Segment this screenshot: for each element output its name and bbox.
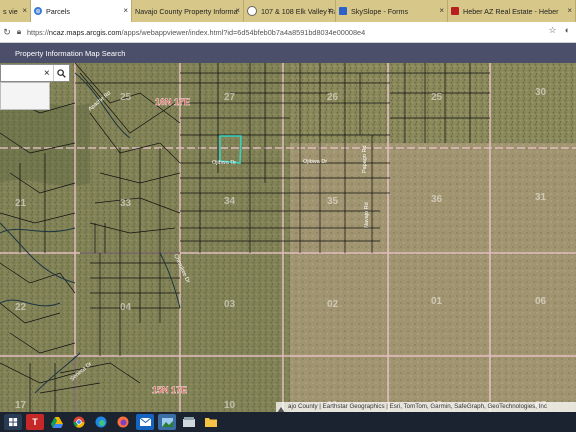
section-label: 25 [120, 92, 132, 103]
map-canvas[interactable]: 16N 17E 15N 17E 27 26 25 30 34 35 36 31 … [0, 63, 576, 412]
township-label-15n-17e: 15N 17E [152, 385, 187, 395]
browser-tab-strip: s vie × ⊕ Parcels × Navajo County Proper… [0, 0, 576, 22]
realestate-icon [451, 7, 459, 15]
tab-navajo-county[interactable]: Navajo County Property Informa × [132, 0, 244, 22]
tab-parcels[interactable]: ⊕ Parcels × [31, 0, 132, 22]
clear-icon[interactable]: × [41, 68, 53, 79]
drive-icon[interactable] [48, 414, 66, 430]
url-host: ncaz.maps.arcgis.com [48, 27, 122, 37]
township-label-16n-17e: 16N 17E [155, 97, 190, 107]
tab-close-icon[interactable]: × [235, 6, 240, 15]
tab-elk-valley[interactable]: 107 & 108 Elk Valley Ranch × [244, 0, 336, 22]
section-label: 33 [120, 198, 132, 209]
tab-close-icon[interactable]: × [327, 6, 332, 15]
tab-label: SkySlope - Forms [351, 6, 409, 16]
road-label-papago: Papago Rd [362, 145, 368, 173]
section-label: 34 [224, 196, 236, 207]
search-suggestion-panel[interactable] [0, 82, 50, 110]
start-icon[interactable] [4, 414, 22, 430]
tab-heber[interactable]: Heber AZ Real Estate - Heber × [448, 0, 576, 22]
url-prefix: https:// [27, 27, 49, 37]
star-icon[interactable]: ☆ [548, 25, 556, 36]
section-label: 25 [431, 92, 443, 103]
esri-logo-icon [276, 402, 286, 413]
terrain-open-land [290, 143, 576, 412]
section-label: 27 [224, 92, 236, 103]
search-input[interactable] [3, 68, 41, 78]
tab-label: 107 & 108 Elk Valley Ranch [261, 6, 335, 16]
section-label: 36 [431, 194, 443, 205]
app-header: Property Information Map Search [0, 43, 576, 63]
tab-close-icon[interactable]: × [123, 6, 128, 15]
tab-close-icon[interactable]: × [439, 6, 444, 15]
storage-icon[interactable] [180, 414, 198, 430]
search-icon [57, 68, 66, 78]
lock-icon[interactable]: 🔒︎ [14, 27, 24, 37]
globe-icon: ⊕ [34, 7, 42, 15]
section-label: 04 [120, 302, 132, 313]
section-label: 26 [327, 92, 339, 103]
app-title: Property Information Map Search [15, 48, 126, 58]
url-path: /apps/webappviewer/index.html?id=6d54bfe… [121, 27, 366, 37]
section-label: 17 [15, 400, 27, 411]
chrome-icon[interactable] [70, 414, 88, 430]
section-label: 01 [431, 296, 443, 307]
address-bar-actions: ☆ ◐ [548, 25, 570, 36]
reload-icon[interactable]: ↻ [0, 27, 14, 38]
map-attribution: ajo County | Earthstar Geographics | Esr… [276, 402, 576, 412]
search-button[interactable] [52, 65, 69, 81]
tab-label: Heber AZ Real Estate - Heber [463, 6, 559, 16]
section-label: 10 [224, 400, 236, 411]
section-label: 22 [15, 302, 27, 313]
photos-icon[interactable] [158, 414, 176, 430]
road-label-navajo: Navajo Rd [364, 202, 370, 228]
address-bar: ↻ 🔒︎ https://ncaz.maps.arcgis.com/apps/w… [0, 22, 576, 43]
tab-label: Navajo County Property Informa [135, 6, 238, 16]
tab-close-icon[interactable]: × [567, 6, 572, 15]
folder-icon[interactable] [202, 414, 220, 430]
section-label: 21 [15, 198, 27, 209]
section-label: 30 [535, 87, 547, 98]
tab-label: Parcels [46, 6, 70, 16]
tab-partial[interactable]: s vie × [0, 0, 31, 22]
section-label: 03 [224, 299, 236, 310]
skyslope-icon [339, 7, 347, 15]
section-label: 35 [327, 196, 339, 207]
section-label: 06 [535, 296, 547, 307]
road-label-ojibwa: Ojibwa Dr [212, 160, 236, 166]
tab-close-icon[interactable]: × [22, 6, 27, 15]
site-icon [247, 6, 257, 16]
url-field[interactable]: https://ncaz.maps.arcgis.com/apps/webapp… [27, 28, 365, 37]
mail-icon[interactable] [136, 414, 154, 430]
section-label: 31 [535, 192, 547, 203]
attribution-text: ajo County | Earthstar Geographics | Esr… [288, 403, 547, 410]
road-label-ojibwa: Ojibwa Dr [303, 159, 327, 165]
firefox-icon[interactable] [114, 414, 132, 430]
map-view[interactable]: 16N 17E 15N 17E 27 26 25 30 34 35 36 31 … [0, 63, 576, 412]
tab-skyslope[interactable]: SkySlope - Forms × [336, 0, 448, 22]
edge-icon[interactable] [92, 414, 110, 430]
profile-icon[interactable]: ◐ [565, 25, 570, 36]
section-label: 02 [327, 299, 339, 310]
t-app-icon[interactable]: T [26, 414, 44, 430]
tab-label: s vie [3, 6, 18, 16]
taskbar: T [0, 412, 576, 432]
parcel-search-box[interactable]: × [0, 64, 70, 82]
